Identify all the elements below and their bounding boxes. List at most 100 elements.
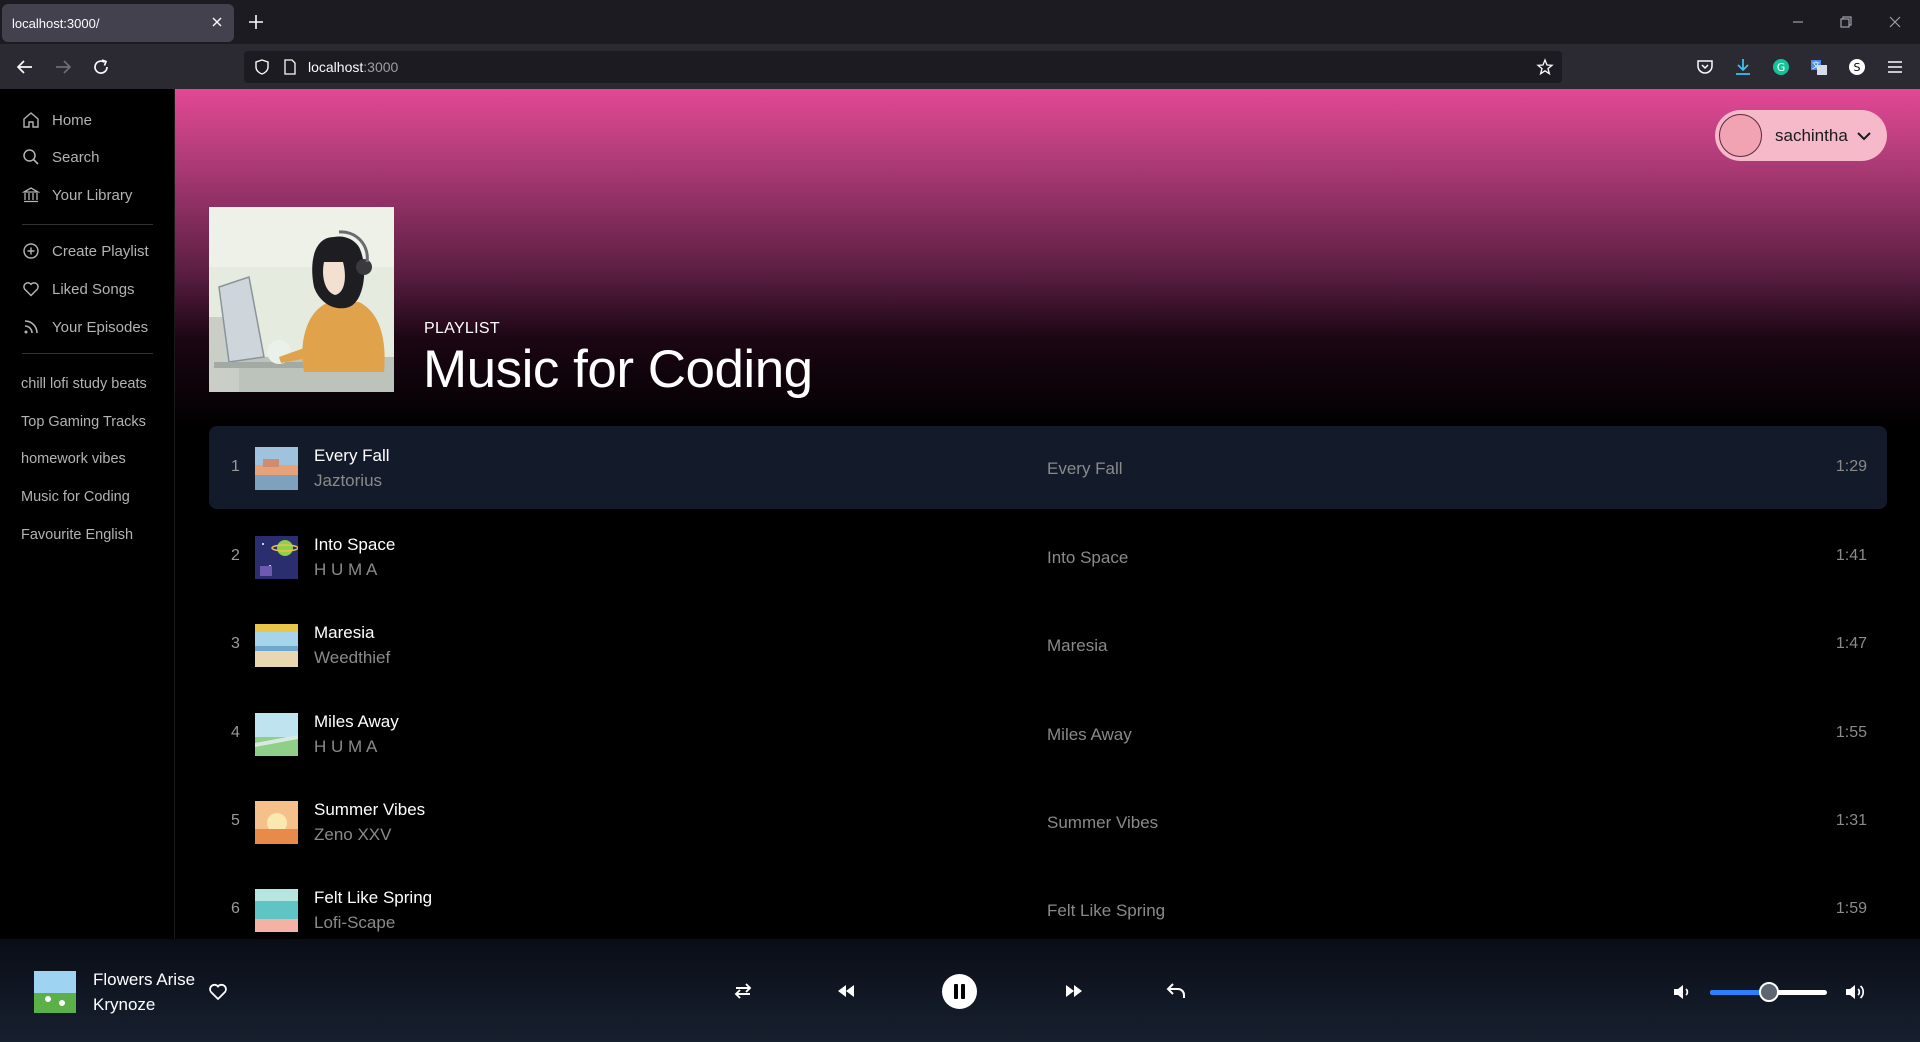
volume-down-icon[interactable] — [1671, 981, 1693, 1003]
track-title: Miles Away — [314, 712, 399, 731]
page-icon — [284, 59, 296, 75]
sidebar-item-label: Create Playlist — [52, 242, 149, 260]
track-row[interactable]: 2 Into Space H U M A Into Space 1:41 — [209, 515, 1887, 598]
pause-button[interactable] — [942, 974, 977, 1009]
extension-s-icon[interactable]: S — [1846, 56, 1868, 78]
track-number: 1 — [231, 458, 240, 475]
volume-up-icon[interactable] — [1844, 981, 1866, 1003]
track-album[interactable]: Into Space — [1047, 548, 1128, 568]
track-duration: 1:31 — [1835, 812, 1867, 829]
shuffle-icon[interactable] — [731, 979, 755, 1003]
track-artist[interactable]: H U M A — [314, 560, 377, 580]
user-menu-button[interactable]: sachintha — [1715, 110, 1887, 161]
close-tab-icon[interactable] — [208, 13, 226, 31]
track-album[interactable]: Every Fall — [1047, 459, 1123, 479]
grammarly-icon[interactable]: G — [1770, 56, 1792, 78]
pause-icon — [954, 984, 965, 999]
sidebar-item-liked-songs[interactable]: Liked Songs — [22, 280, 135, 298]
avatar — [1719, 114, 1762, 157]
track-title: Felt Like Spring — [314, 888, 433, 907]
track-title: Into Space — [314, 535, 396, 554]
next-icon[interactable] — [1062, 979, 1086, 1003]
track-duration: 1:41 — [1835, 547, 1867, 564]
back-icon[interactable] — [14, 56, 36, 78]
track-row[interactable]: 6 Felt Like Spring Lofi-Scape Felt Like … — [209, 868, 1887, 939]
track-artwork — [255, 447, 298, 490]
track-artist[interactable]: Lofi-Scape — [314, 913, 395, 933]
restore-icon[interactable] — [1836, 12, 1856, 32]
translate-icon[interactable]: 文 — [1808, 56, 1830, 78]
forward-icon[interactable] — [52, 56, 74, 78]
sidebar: Home Search Your Library Create Playlist… — [0, 89, 175, 939]
new-tab-icon[interactable] — [246, 12, 266, 32]
url-text[interactable]: localhost:3000 — [308, 59, 398, 75]
track-artwork — [255, 624, 298, 667]
track-title: Maresia — [314, 623, 375, 642]
svg-text:G: G — [1777, 61, 1786, 74]
browser-tab[interactable]: localhost:3000/ — [2, 4, 234, 42]
volume-handle[interactable] — [1758, 982, 1779, 1002]
track-album[interactable]: Miles Away — [1047, 725, 1132, 745]
playlist-cover-image — [209, 207, 394, 392]
sidebar-item-search[interactable]: Search — [22, 148, 100, 166]
sidebar-item-label: Liked Songs — [52, 280, 135, 298]
track-artwork — [255, 536, 298, 579]
track-album[interactable]: Maresia — [1047, 636, 1107, 656]
minimize-icon[interactable] — [1788, 12, 1808, 32]
chevron-down-icon — [1857, 132, 1871, 141]
track-artist[interactable]: Jaztorius — [314, 471, 382, 491]
page-title: Music for Coding — [423, 340, 813, 399]
now-playing-title[interactable]: Flowers Arise — [93, 970, 195, 990]
track-title: Every Fall — [314, 446, 390, 465]
browser-tab-bar: localhost:3000/ — [0, 0, 1920, 44]
track-artist[interactable]: H U M A — [314, 737, 377, 757]
now-playing-artist[interactable]: Krynoze — [93, 995, 155, 1015]
track-number: 4 — [231, 724, 240, 741]
download-icon[interactable] — [1732, 56, 1754, 78]
library-icon — [22, 187, 40, 203]
shield-icon[interactable] — [253, 58, 271, 76]
repeat-icon[interactable] — [1164, 979, 1188, 1003]
sidebar-item-library[interactable]: Your Library — [22, 186, 132, 204]
track-row[interactable]: 1 Every Fall Jaztorius Every Fall 1:29 — [209, 426, 1887, 509]
sidebar-item-label: Your Library — [52, 186, 133, 204]
previous-icon[interactable] — [834, 979, 858, 1003]
bookmark-star-icon[interactable] — [1536, 58, 1554, 76]
track-row[interactable]: 5 Summer Vibes Zeno XXV Summer Vibes 1:3… — [209, 780, 1887, 863]
close-window-icon[interactable] — [1885, 12, 1905, 32]
sidebar-item-create-playlist[interactable]: Create Playlist — [22, 242, 149, 260]
track-album[interactable]: Summer Vibes — [1047, 813, 1158, 833]
track-duration: 1:47 — [1835, 635, 1867, 652]
track-row[interactable]: 3 Maresia Weedthief Maresia 1:47 — [209, 603, 1887, 686]
sidebar-item-home[interactable]: Home — [22, 111, 92, 129]
sidebar-item-your-episodes[interactable]: Your Episodes — [22, 318, 148, 336]
track-artist[interactable]: Weedthief — [314, 648, 390, 668]
track-duration: 1:29 — [1835, 458, 1867, 475]
home-icon — [23, 112, 39, 128]
sidebar-divider — [22, 353, 153, 354]
like-heart-icon[interactable] — [208, 982, 228, 1002]
sidebar-playlist-link[interactable]: chill lofi study beats — [21, 376, 147, 392]
menu-icon[interactable] — [1884, 56, 1906, 78]
track-row[interactable]: 4 Miles Away H U M A Miles Away 1:55 — [209, 692, 1887, 775]
main-content: sachintha PLAYLIST Music for Coding 1 Ev… — [175, 89, 1920, 939]
track-number: 3 — [231, 635, 240, 652]
user-name: sachintha — [1775, 125, 1848, 145]
url-bar[interactable]: localhost:3000 — [244, 51, 1562, 83]
plus-circle-icon — [23, 243, 39, 259]
rss-icon — [24, 320, 38, 334]
track-artwork — [255, 713, 298, 756]
sidebar-playlist-link[interactable]: homework vibes — [21, 451, 126, 467]
track-artist[interactable]: Zeno XXV — [314, 825, 392, 845]
sidebar-playlist-link[interactable]: Favourite English — [21, 527, 133, 543]
sidebar-playlist-link[interactable]: Music for Coding — [21, 489, 130, 505]
svg-text:S: S — [1854, 61, 1861, 74]
track-album[interactable]: Felt Like Spring — [1047, 901, 1165, 921]
pocket-icon[interactable] — [1694, 56, 1716, 78]
track-artwork — [255, 801, 298, 844]
heart-icon — [23, 282, 39, 297]
tab-title: localhost:3000/ — [12, 16, 100, 31]
volume-slider[interactable] — [1710, 982, 1827, 1002]
reload-icon[interactable] — [90, 56, 112, 78]
sidebar-playlist-link[interactable]: Top Gaming Tracks — [21, 414, 146, 430]
